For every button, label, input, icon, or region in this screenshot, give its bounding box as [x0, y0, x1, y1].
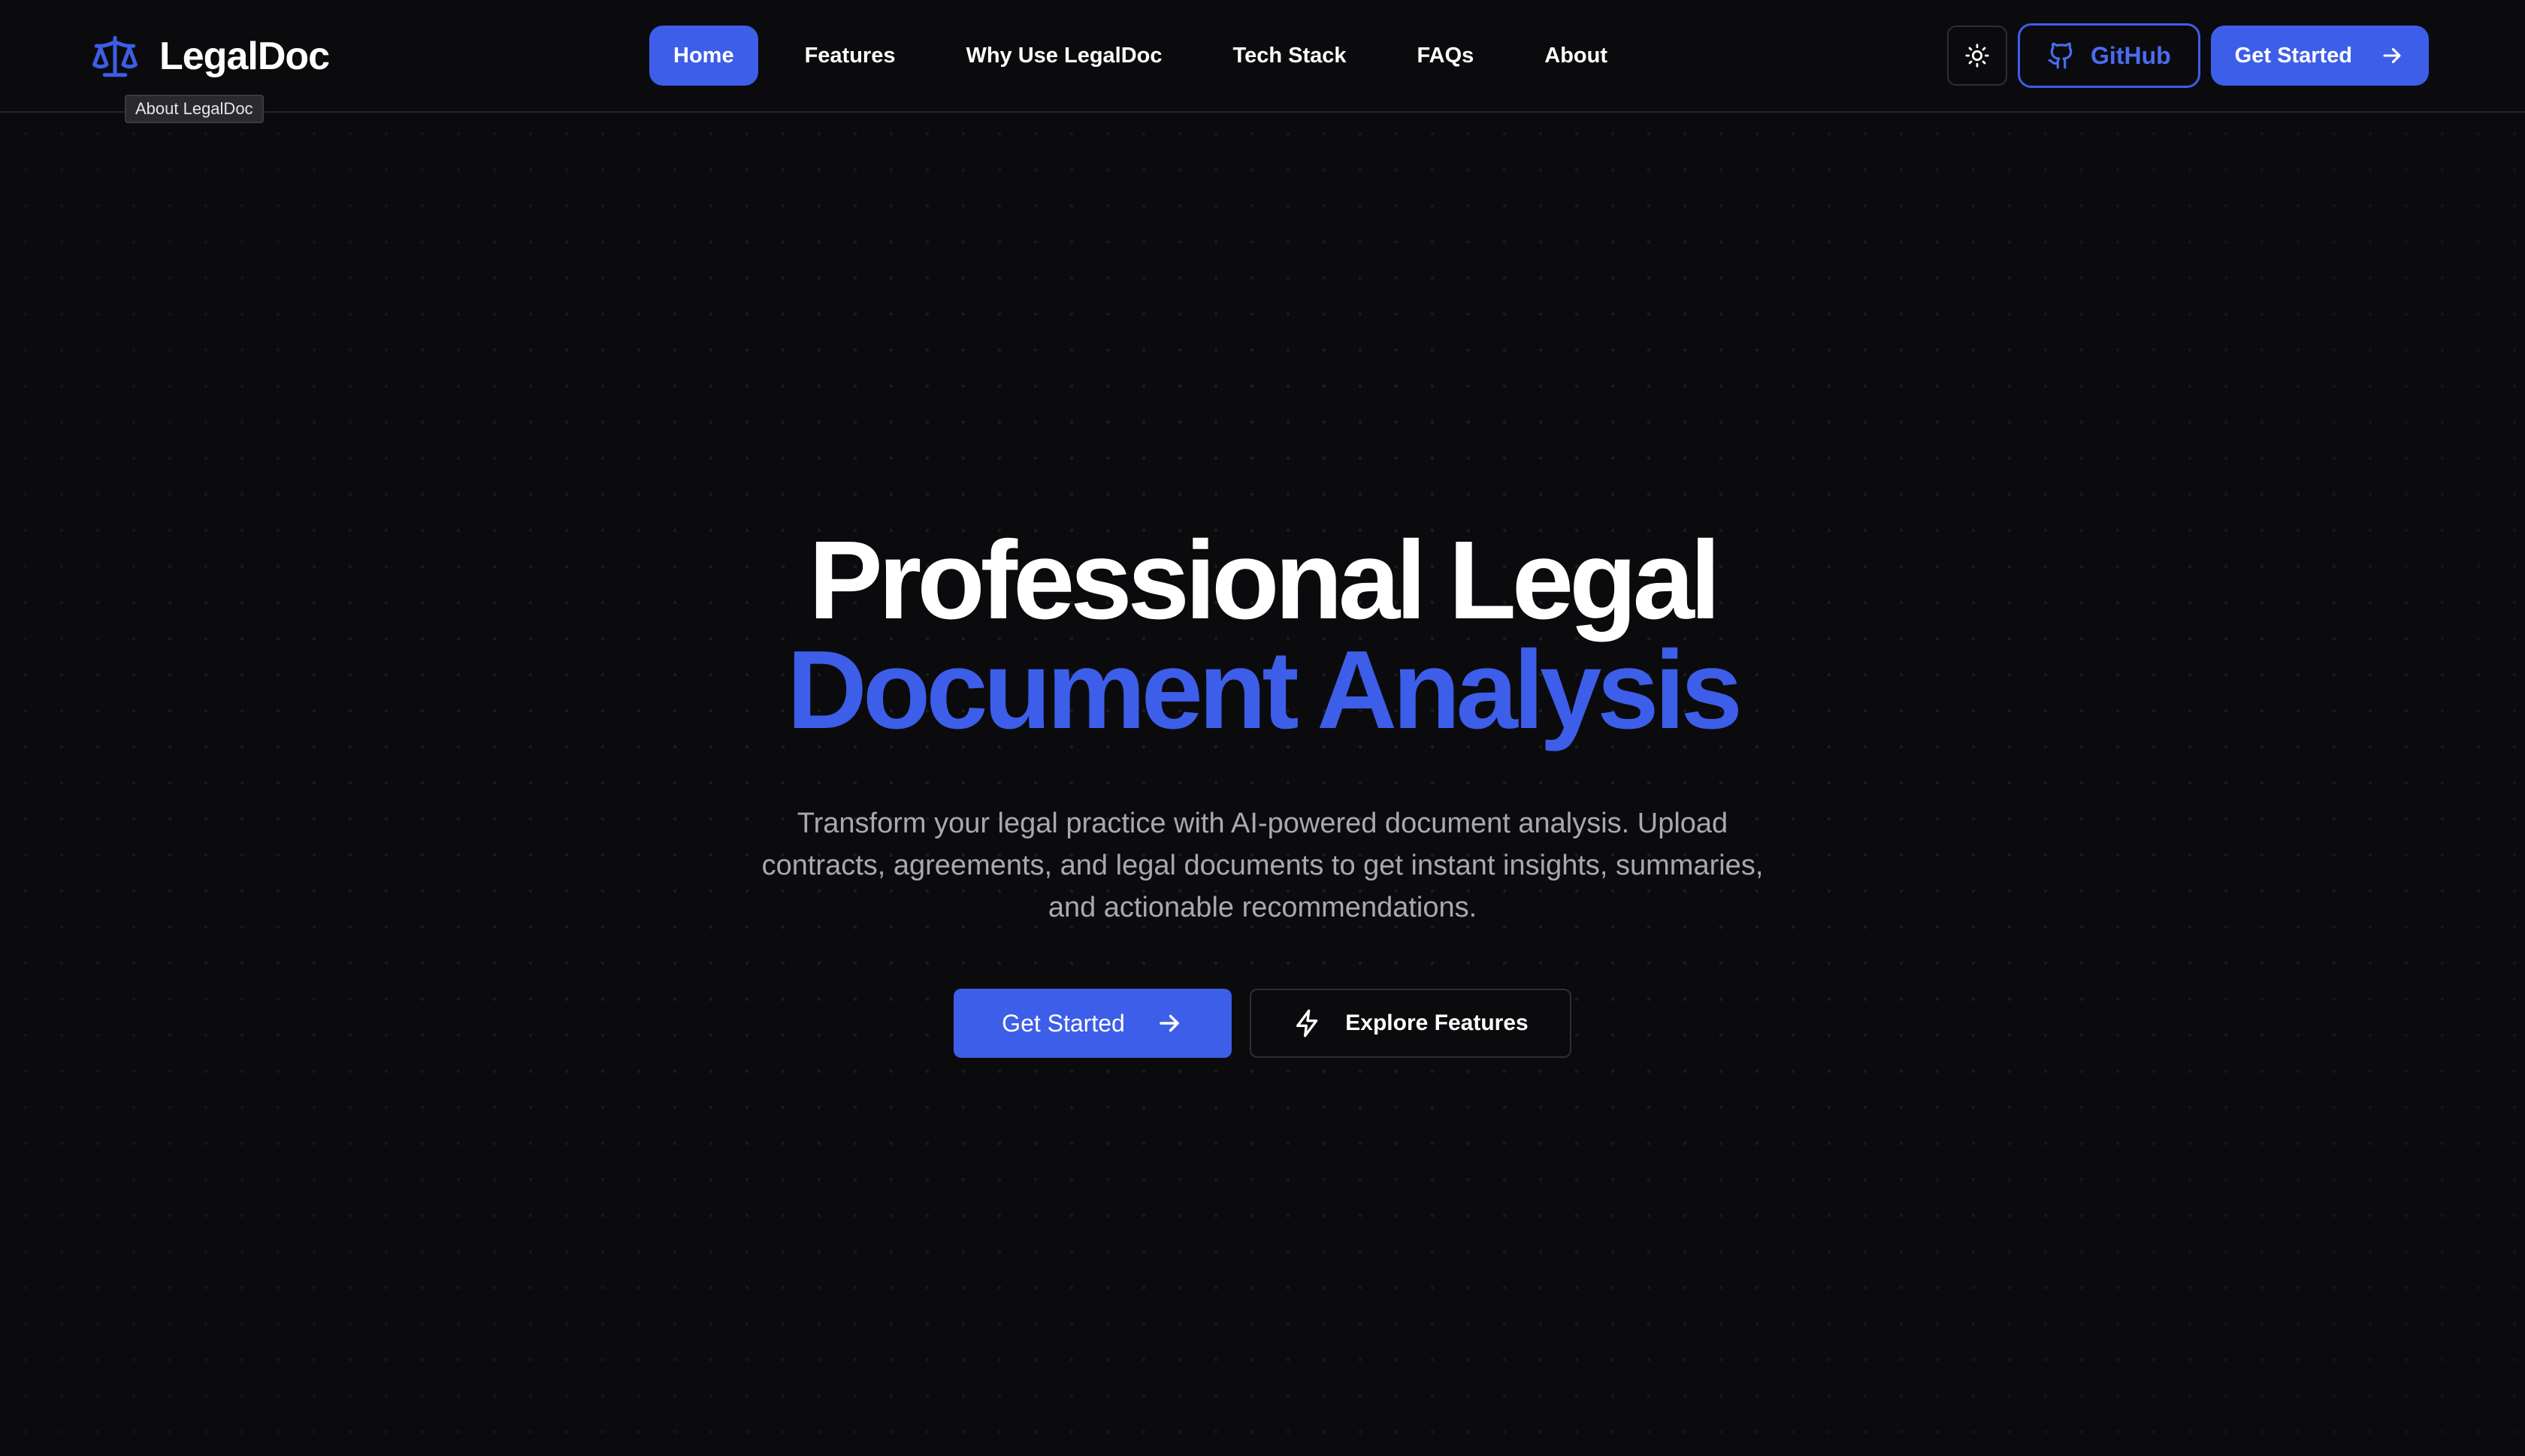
main-nav: Home Features Why Use LegalDoc Tech Stac…	[649, 26, 1654, 86]
landing-page: LegalDoc About LegalDoc Home Features Wh…	[0, 0, 2525, 1456]
hero-title-line2: Document Analysis	[787, 628, 1743, 752]
hero-title: Professional Legal Document Analysis	[0, 518, 2525, 752]
theme-toggle-button[interactable]	[1947, 26, 2008, 86]
hero-title-line1: Professional Legal	[809, 518, 1721, 642]
brand-logo-link[interactable]: LegalDoc	[90, 30, 330, 83]
nav-get-started-label: Get Started	[2234, 43, 2352, 68]
nav-item-about[interactable]: About	[1520, 26, 1631, 86]
lightning-icon	[1293, 1008, 1323, 1038]
github-icon	[2047, 41, 2076, 70]
nav-item-home[interactable]: Home	[649, 26, 758, 86]
sun-icon	[1964, 43, 1990, 68]
hero-actions: Get Started Explore Features	[0, 989, 2525, 1058]
arrow-right-icon	[1155, 1009, 1184, 1038]
nav-item-tech-stack[interactable]: Tech Stack	[1209, 26, 1371, 86]
scale-icon	[90, 32, 140, 81]
arrow-right-icon	[2379, 43, 2405, 68]
nav-item-features[interactable]: Features	[781, 26, 920, 86]
hero-section: Professional Legal Document Analysis Tra…	[0, 518, 2525, 1058]
nav-item-faqs[interactable]: FAQs	[1393, 26, 1498, 86]
hero-subtitle: Transform your legal practice with AI-po…	[761, 808, 1764, 923]
hero-get-started-label: Get Started	[1002, 1009, 1125, 1037]
explore-features-label: Explore Features	[1345, 1010, 1529, 1035]
nav-get-started-button[interactable]: Get Started	[2210, 26, 2429, 86]
explore-features-button[interactable]: Explore Features	[1250, 989, 1571, 1058]
github-label: GitHub	[2091, 41, 2171, 69]
brand-tooltip: About LegalDoc	[125, 95, 264, 123]
hero-get-started-button[interactable]: Get Started	[954, 989, 1232, 1058]
nav-item-why-use-legaldoc[interactable]: Why Use LegalDoc	[942, 26, 1186, 86]
github-button[interactable]: GitHub	[2018, 23, 2200, 88]
top-navbar: LegalDoc About LegalDoc Home Features Wh…	[0, 0, 2525, 123]
brand-name: LegalDoc	[159, 35, 330, 78]
nav-actions: GitHub Get Started	[1947, 23, 2429, 88]
